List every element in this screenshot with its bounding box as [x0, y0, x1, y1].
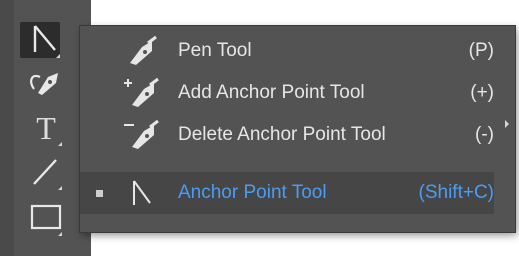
- active-tool-marker-icon: [95, 189, 103, 197]
- menu-item-label: Delete Anchor Point Tool: [178, 124, 386, 145]
- rectangle-tool[interactable]: [18, 194, 74, 238]
- flyout-indicator-icon: [58, 142, 62, 146]
- tools-panel: T: [0, 0, 91, 256]
- rectangle-icon: [30, 204, 62, 230]
- menu-item-add-anchor-point-tool[interactable]: Add Anchor Point Tool (+): [80, 72, 494, 114]
- type-t-icon: T: [36, 110, 56, 146]
- anchor-point-icon: [118, 176, 166, 210]
- line-segment-tool[interactable]: [18, 150, 74, 194]
- menu-item-shortcut: (+): [470, 82, 494, 103]
- type-tool[interactable]: T: [18, 106, 74, 150]
- add-anchor-point-icon: [118, 76, 166, 110]
- direct-selection-arrow-icon: [33, 25, 56, 52]
- curvature-tool[interactable]: [18, 62, 74, 106]
- menu-item-label: Add Anchor Point Tool: [178, 82, 365, 103]
- active-indicator-slot: [80, 189, 118, 197]
- curvature-pen-icon: [30, 73, 58, 95]
- delete-anchor-point-icon: [118, 118, 166, 152]
- menu-item-label: Anchor Point Tool: [178, 182, 327, 203]
- menu-item-anchor-point-tool[interactable]: Anchor Point Tool (Shift+C): [80, 172, 494, 214]
- menu-item-shortcut: (-): [475, 124, 494, 145]
- direct-selection-tool[interactable]: [18, 18, 74, 62]
- menu-item-label: Pen Tool: [178, 40, 252, 61]
- flyout-indicator-icon: [56, 54, 60, 58]
- flyout-indicator-icon: [58, 232, 62, 236]
- menu-item-shortcut: (P): [468, 40, 494, 61]
- tools-panel-edge: [0, 0, 14, 256]
- pen-icon: [118, 34, 166, 68]
- menu-item-delete-anchor-point-tool[interactable]: Delete Anchor Point Tool (-): [80, 114, 494, 156]
- flyout-indicator-icon: [58, 186, 62, 190]
- menu-item-pen-tool[interactable]: Pen Tool (P): [80, 30, 494, 72]
- tearoff-arrow-icon[interactable]: [505, 120, 509, 128]
- line-segment-icon: [33, 159, 57, 185]
- menu-item-shortcut: (Shift+C): [418, 182, 495, 203]
- pen-tools-flyout-menu: Pen Tool (P) Add Anchor Point Tool (+) D: [80, 26, 515, 232]
